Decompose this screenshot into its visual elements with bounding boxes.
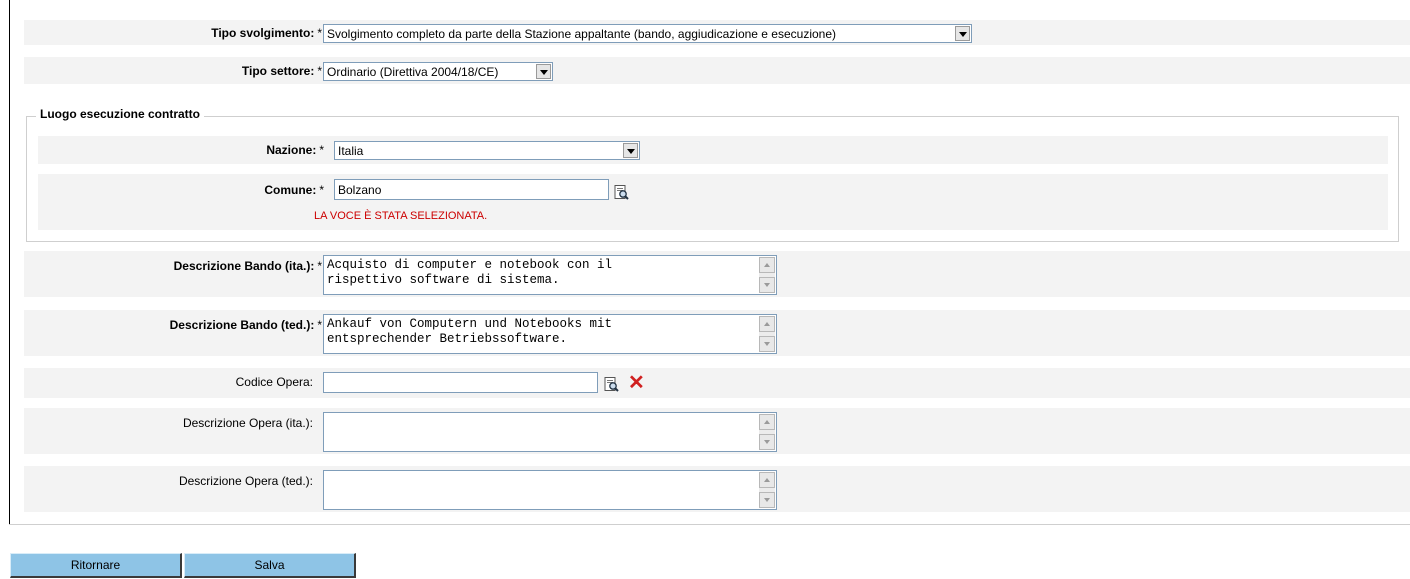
scroll-up-icon[interactable] <box>759 414 775 430</box>
row-nazione: Nazione: * Italia <box>38 136 1388 164</box>
tipo-settore-value: Ordinario (Direttiva 2004/18/CE) <box>327 65 499 79</box>
chevron-down-icon[interactable] <box>955 26 970 41</box>
row-codice-opera: Codice Opera: ✕ <box>24 368 1410 398</box>
left-border <box>9 0 10 525</box>
descrizione-bando-ted-label: Descrizione Bando (ted.): * <box>169 318 322 332</box>
descrizione-bando-ita-value: Acquisto di computer e notebook con il r… <box>327 258 613 287</box>
row-tipo-settore: Tipo settore: * Ordinario (Direttiva 2004… <box>24 57 1410 84</box>
comune-input[interactable]: Bolzano <box>334 179 609 200</box>
row-descrizione-opera-ita: Descrizione Opera (ita.): <box>24 408 1410 454</box>
tipo-settore-select[interactable]: Ordinario (Direttiva 2004/18/CE) <box>323 62 553 81</box>
comune-selected-message: LA VOCE È STATA SELEZIONATA. <box>314 210 488 222</box>
codice-opera-input[interactable] <box>323 372 598 393</box>
nazione-value: Italia <box>338 144 364 158</box>
save-button[interactable]: Salva <box>184 553 356 578</box>
nazione-select[interactable]: Italia <box>334 141 640 160</box>
row-descrizione-bando-ita: Descrizione Bando (ita.): * Acquisto di c… <box>24 251 1410 297</box>
codice-opera-label: Codice Opera: <box>235 375 313 389</box>
descrizione-opera-ted-textarea[interactable] <box>323 470 777 510</box>
tipo-svolgimento-label: Tipo svolgimento: * <box>211 26 322 40</box>
row-tipo-svolgimento: Tipo svolgimento: * Svolgimento completo … <box>24 20 1410 45</box>
descrizione-bando-ita-label: Descrizione Bando (ita.): * <box>173 259 322 273</box>
tipo-settore-label: Tipo settore: * <box>241 64 322 78</box>
scroll-up-icon[interactable] <box>759 472 775 488</box>
luogo-legend: Luogo esecuzione contratto <box>36 107 205 121</box>
comune-label: Comune: * <box>264 183 324 197</box>
scroll-down-icon[interactable] <box>759 336 775 352</box>
comune-value: Bolzano <box>338 183 382 197</box>
scrollbar[interactable] <box>759 257 775 293</box>
scroll-down-icon[interactable] <box>759 434 775 450</box>
row-descrizione-bando-ted: Descrizione Bando (ted.): * Ankauf von Co… <box>24 310 1410 356</box>
chevron-down-icon[interactable] <box>536 64 551 79</box>
search-document-icon[interactable] <box>614 185 629 200</box>
back-button[interactable]: Ritornare <box>10 553 182 578</box>
descrizione-opera-ita-label: Descrizione Opera (ita.): <box>182 416 313 430</box>
nazione-label: Nazione: * <box>266 143 324 157</box>
scrollbar[interactable] <box>759 472 775 508</box>
row-descrizione-opera-ted: Descrizione Opera (ted.): <box>24 466 1410 512</box>
scrollbar[interactable] <box>759 414 775 450</box>
scroll-down-icon[interactable] <box>759 277 775 293</box>
descrizione-opera-ted-label: Descrizione Opera (ted.): <box>178 474 313 488</box>
scroll-up-icon[interactable] <box>759 316 775 332</box>
chevron-down-icon[interactable] <box>623 143 638 158</box>
descrizione-bando-ted-value: Ankauf von Computern und Notebooks mit e… <box>327 317 613 346</box>
descrizione-bando-ted-textarea[interactable]: Ankauf von Computern und Notebooks mit e… <box>323 314 777 354</box>
scroll-up-icon[interactable] <box>759 257 775 273</box>
search-document-icon[interactable] <box>604 377 619 392</box>
clear-x-icon[interactable]: ✕ <box>628 373 645 393</box>
row-comune: Comune: * Bolzano LA VOCE È STATA SELEZIO… <box>38 174 1388 230</box>
descrizione-opera-ita-textarea[interactable] <box>323 412 777 452</box>
scrollbar[interactable] <box>759 316 775 352</box>
tipo-svolgimento-select[interactable]: Svolgimento completo da parte della Staz… <box>323 24 972 43</box>
scroll-down-icon[interactable] <box>759 492 775 508</box>
descrizione-bando-ita-textarea[interactable]: Acquisto di computer e notebook con il r… <box>323 255 777 295</box>
form-bottom-border <box>9 524 1410 525</box>
tipo-svolgimento-value: Svolgimento completo da parte della Staz… <box>327 27 837 41</box>
